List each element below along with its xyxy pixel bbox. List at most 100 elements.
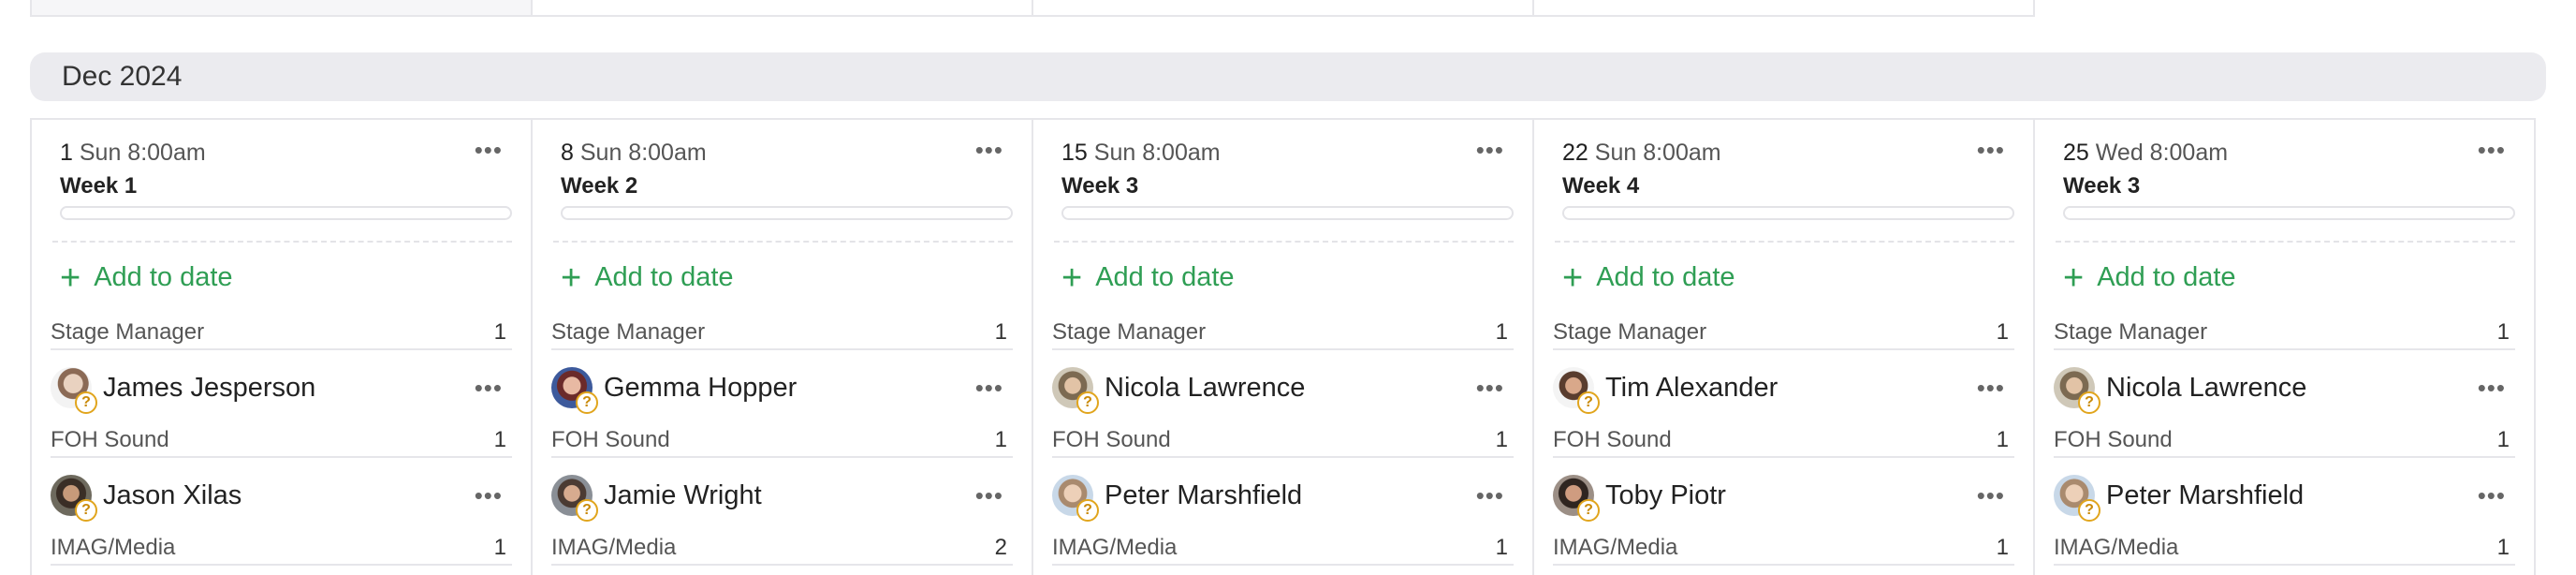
week-name: Week 1 (60, 173, 138, 199)
person-more-icon[interactable]: ••• (2478, 481, 2506, 510)
plus-icon: + (1562, 258, 1584, 298)
person-row[interactable]: ? Jamie Wright ••• (551, 469, 1013, 522)
role-row: Stage Manager 1 (1553, 317, 2014, 350)
date-more-icon[interactable]: ••• (475, 138, 503, 162)
role-name: IMAG/Media (51, 535, 176, 560)
weekday-time: Sun 8:00am (1594, 140, 1721, 166)
previous-month-row (30, 0, 2035, 17)
date-header: 15 Sun 8:00am Week 3 (1061, 139, 1532, 199)
plus-icon: + (1061, 258, 1083, 298)
date-columns: 1 Sun 8:00am Week 1 ••• + Add to date St… (30, 118, 2536, 575)
avatar: ? (51, 475, 97, 522)
role-count: 1 (2496, 535, 2510, 560)
add-to-date-label: Add to date (2097, 262, 2236, 292)
previous-month-cell (531, 0, 1033, 17)
date-line[interactable]: 8 Sun 8:00am (561, 139, 1032, 167)
person-name: Nicola Lawrence (2106, 372, 2307, 403)
person-row[interactable]: ? Peter Marshfield ••• (2054, 469, 2515, 522)
date-line[interactable]: 25 Wed 8:00am (2063, 139, 2534, 167)
progress-bar (561, 206, 1013, 220)
day-number: 15 (1061, 140, 1088, 166)
person-more-icon[interactable]: ••• (2478, 374, 2506, 403)
pending-badge-icon: ? (1076, 499, 1099, 522)
role-row: IMAG/Media 2 (551, 532, 1013, 566)
role-count: 1 (994, 427, 1007, 452)
person-more-icon[interactable]: ••• (475, 374, 503, 403)
person-more-icon[interactable]: ••• (1476, 481, 1504, 510)
add-to-date-label: Add to date (1596, 262, 1735, 292)
role-name: FOH Sound (2054, 427, 2173, 452)
date-column: 15 Sun 8:00am Week 3 ••• + Add to date S… (1032, 118, 1534, 575)
add-to-date-button[interactable]: + Add to date (2063, 260, 2236, 296)
avatar: ? (2054, 367, 2100, 414)
person-more-icon[interactable]: ••• (1476, 374, 1504, 403)
add-to-date-button[interactable]: + Add to date (1061, 258, 1235, 298)
person-row[interactable]: ? Gemma Hopper ••• (551, 361, 1013, 414)
person-more-icon[interactable]: ••• (975, 481, 1003, 510)
role-row: Stage Manager 1 (2054, 317, 2515, 350)
person-row[interactable]: ? Tim Alexander ••• (1553, 361, 2014, 414)
add-to-date-button[interactable]: + Add to date (561, 260, 734, 296)
role-name: FOH Sound (51, 427, 169, 452)
pending-badge-icon: ? (576, 499, 598, 522)
day-number: 25 (2063, 140, 2089, 166)
date-header: 22 Sun 8:00am Week 4 (1562, 139, 2033, 199)
person-name: Peter Marshfield (2106, 479, 2305, 510)
role-name: IMAG/Media (551, 535, 677, 560)
date-more-icon[interactable]: ••• (2478, 138, 2506, 162)
person-row[interactable]: ? Toby Piotr ••• (1553, 469, 2014, 522)
date-line[interactable]: 15 Sun 8:00am (1061, 139, 1532, 167)
role-row: FOH Sound 1 (1052, 424, 1514, 458)
role-name: IMAG/Media (1052, 535, 1178, 560)
pending-badge-icon: ? (1577, 499, 1600, 522)
add-to-date-label: Add to date (1095, 262, 1235, 292)
week-name: Week 4 (1562, 173, 1640, 199)
pending-badge-icon: ? (75, 391, 97, 414)
date-line[interactable]: 22 Sun 8:00am (1562, 139, 2033, 167)
role-name: IMAG/Media (2054, 535, 2179, 560)
month-label: Dec 2024 (62, 61, 183, 92)
person-more-icon[interactable]: ••• (1977, 481, 2005, 510)
divider (2056, 241, 2515, 243)
role-row: FOH Sound 1 (1553, 424, 2014, 458)
date-column: 1 Sun 8:00am Week 1 ••• + Add to date St… (30, 118, 533, 575)
person-more-icon[interactable]: ••• (975, 374, 1003, 403)
day-number: 8 (561, 140, 574, 166)
date-header: 8 Sun 8:00am Week 2 (561, 139, 1032, 199)
person-name: Gemma Hopper (604, 372, 798, 403)
person-name: Peter Marshfield (1105, 479, 1303, 510)
role-count: 1 (1495, 319, 1508, 345)
person-row[interactable]: ? Nicola Lawrence ••• (1052, 361, 1514, 414)
person-row[interactable]: ? Nicola Lawrence ••• (2054, 361, 2515, 414)
add-to-date-button[interactable]: + Add to date (60, 260, 233, 296)
person-row[interactable]: ? Peter Marshfield ••• (1052, 469, 1514, 522)
pending-badge-icon: ? (1577, 391, 1600, 414)
role-row: IMAG/Media 1 (2054, 532, 2515, 566)
role-name: Stage Manager (551, 319, 706, 345)
date-more-icon[interactable]: ••• (975, 138, 1003, 162)
role-count: 2 (994, 535, 1007, 560)
weekday-time: Sun 8:00am (79, 140, 206, 166)
person-name: Jason Xilas (103, 479, 242, 510)
date-more-icon[interactable]: ••• (1476, 138, 1504, 162)
role-name: FOH Sound (1052, 427, 1171, 452)
progress-bar (2063, 206, 2515, 220)
person-row[interactable]: ? James Jesperson ••• (51, 361, 512, 414)
add-to-date-label: Add to date (594, 262, 734, 292)
divider (1054, 241, 1514, 243)
role-name: FOH Sound (551, 427, 670, 452)
role-count: 1 (1495, 535, 1508, 560)
avatar: ? (551, 367, 598, 414)
month-header: Dec 2024 (30, 52, 2546, 101)
avatar: ? (1553, 367, 1600, 414)
role-row: Stage Manager 1 (51, 317, 512, 350)
person-name: James Jesperson (103, 372, 316, 403)
date-more-icon[interactable]: ••• (1977, 138, 2005, 162)
person-more-icon[interactable]: ••• (1977, 374, 2005, 403)
person-more-icon[interactable]: ••• (475, 481, 503, 510)
role-count: 1 (994, 319, 1007, 345)
role-count: 1 (2496, 427, 2510, 452)
date-line[interactable]: 1 Sun 8:00am (60, 139, 531, 167)
add-to-date-button[interactable]: + Add to date (1562, 258, 1735, 298)
person-row[interactable]: ? Jason Xilas ••• (51, 469, 512, 522)
